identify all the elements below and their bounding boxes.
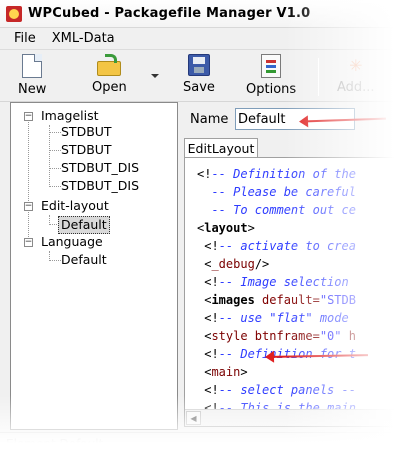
- code-token: -- use "flat" mode: [218, 311, 349, 325]
- horizontal-scrollbar[interactable]: ◀: [185, 409, 404, 426]
- tree-node-language[interactable]: Language: [41, 234, 103, 250]
- code-token: h: [341, 329, 356, 343]
- package-tree[interactable]: − Imagelist STDBUT STDBUT STDBUT_DIS STD…: [10, 102, 178, 430]
- code-token: <: [197, 257, 212, 271]
- tree-item[interactable]: STDBUT: [61, 124, 112, 140]
- code-token: <!: [197, 311, 219, 325]
- save-button-label: Save: [183, 80, 215, 95]
- new-button[interactable]: New: [18, 54, 46, 100]
- add-star-icon: ✳: [349, 55, 363, 75]
- options-icon: [261, 54, 282, 78]
- code-token: <: [197, 329, 212, 343]
- code-token: <: [197, 293, 212, 307]
- code-line: -- To comment out ce: [197, 202, 356, 218]
- open-dropdown-icon[interactable]: [151, 74, 159, 78]
- toolbar-separator: [318, 58, 319, 96]
- code-token: main: [211, 365, 241, 379]
- code-token: -- Please be careful: [197, 185, 356, 199]
- window-title: WPCubed - Packagefile Manager V1.0: [28, 6, 311, 21]
- code-token: "STDB: [319, 293, 356, 307]
- code-token: />: [254, 257, 270, 271]
- code-line: <!-- Definition of the: [197, 166, 356, 182]
- code-token: <!: [197, 239, 219, 253]
- new-document-icon: [22, 54, 43, 78]
- add-button-label: Add...: [337, 80, 375, 95]
- code-line: <_debug/>: [197, 256, 269, 272]
- code-line: <!-- use "flat" mode: [197, 310, 349, 326]
- code-token: -- To comment out ce: [197, 203, 356, 217]
- status-bar: Element Default: [0, 432, 404, 455]
- open-button[interactable]: Open: [92, 54, 127, 100]
- open-folder-icon: [97, 54, 122, 76]
- tree-node-imagelist[interactable]: Imagelist: [41, 108, 99, 124]
- tree-connector: [49, 168, 61, 169]
- toolbar: New Open Save Options ✳ Add...: [0, 50, 404, 102]
- open-button-label: Open: [92, 80, 127, 95]
- new-button-label: New: [18, 82, 47, 97]
- name-label: Name: [190, 112, 229, 127]
- code-line: <images default="STDB: [197, 292, 356, 308]
- tree-item[interactable]: STDBUT: [61, 142, 112, 158]
- tree-connector: [49, 150, 61, 151]
- code-line: <!-- activate to crea: [197, 238, 356, 254]
- menu-xml-data[interactable]: XML-Data: [44, 31, 123, 46]
- code-token: <!: [197, 347, 219, 361]
- expand-collapse-icon[interactable]: −: [24, 202, 33, 211]
- add-button[interactable]: ✳ Add...: [337, 54, 375, 100]
- tree-connector: [49, 260, 61, 261]
- code-token: -- Definition of the: [211, 167, 356, 181]
- code-token: images: [211, 293, 255, 307]
- status-text: Element Default: [6, 437, 104, 451]
- scroll-left-icon[interactable]: ◀: [186, 411, 201, 425]
- options-button-label: Options: [246, 82, 297, 97]
- code-token: <!: [197, 167, 212, 181]
- save-disk-icon: [187, 54, 210, 76]
- menu-bar: File XML-Data: [0, 28, 404, 50]
- code-line: <style btnframe="0" h: [197, 328, 356, 344]
- tree-item[interactable]: STDBUT_DIS: [61, 178, 139, 194]
- tree-item[interactable]: STDBUT_DIS: [61, 160, 139, 176]
- tab-editlayout[interactable]: EditLayout: [184, 138, 258, 158]
- tree-node-edit-layout[interactable]: Edit-layout: [41, 198, 109, 214]
- code-line: <!-- select panels --: [197, 382, 356, 398]
- tree-connector: [49, 125, 50, 185]
- tree-item-selected[interactable]: Default: [58, 216, 110, 234]
- code-line: -- Please be careful: [197, 184, 356, 200]
- code-token: >: [240, 365, 248, 379]
- code-token: -- Image selection: [218, 275, 349, 289]
- xml-editor[interactable]: <!-- Definition of the -- Please be care…: [184, 157, 404, 427]
- code-token: "0": [319, 329, 342, 343]
- code-line: <layout>: [197, 220, 255, 236]
- expand-collapse-icon[interactable]: −: [24, 238, 33, 247]
- tree-item[interactable]: Default: [61, 252, 107, 268]
- app-window: WPCubed - Packagefile Manager V1.0 File …: [0, 0, 404, 455]
- code-token: layout: [204, 221, 248, 235]
- code-token: <: [197, 365, 212, 379]
- tree-connector: [49, 186, 61, 187]
- code-token: default=: [254, 293, 320, 307]
- code-token: -- activate to crea: [218, 239, 356, 253]
- code-token: <!: [197, 275, 219, 289]
- code-token: _debug: [211, 257, 255, 271]
- code-token: -- select panels --: [218, 383, 356, 397]
- tree-connector: [28, 117, 29, 241]
- save-button[interactable]: Save: [183, 54, 215, 100]
- tree-connector: [49, 132, 61, 133]
- menu-file[interactable]: File: [6, 31, 44, 46]
- app-icon: [6, 5, 22, 22]
- code-line: <main>: [197, 364, 248, 380]
- options-button[interactable]: Options: [246, 54, 296, 100]
- expand-collapse-icon[interactable]: −: [24, 112, 33, 121]
- code-token: >: [247, 221, 255, 235]
- title-bar: WPCubed - Packagefile Manager V1.0: [0, 0, 404, 28]
- code-line: <!-- Image selection: [197, 274, 349, 290]
- code-token: <!: [197, 383, 219, 397]
- code-token: btnframe=: [247, 329, 320, 343]
- code-token: style: [211, 329, 248, 343]
